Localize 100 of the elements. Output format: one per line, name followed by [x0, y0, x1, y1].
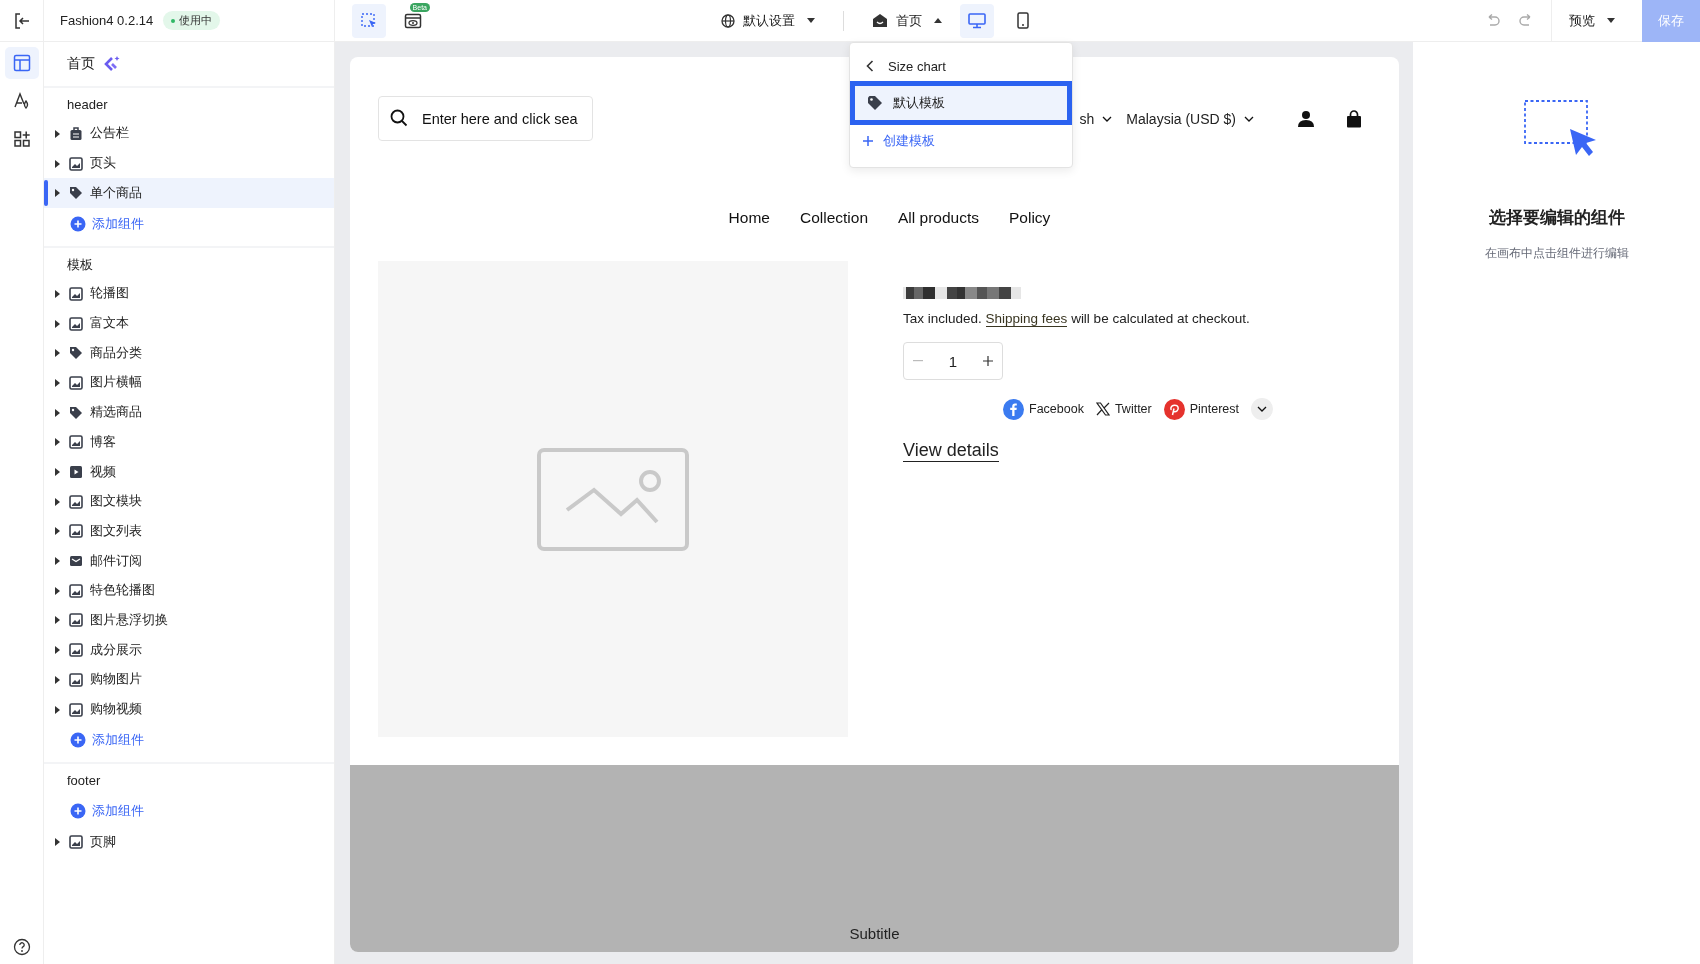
tree-item[interactable]: 购物图片 — [44, 665, 334, 695]
add-component-button[interactable]: 添加组件 — [44, 795, 144, 828]
expand-arrow-icon[interactable] — [54, 319, 60, 328]
tree-item[interactable]: 图文模块 — [44, 486, 334, 517]
expand-arrow-icon[interactable] — [54, 468, 60, 477]
expand-arrow-icon[interactable] — [54, 527, 60, 536]
nav-link[interactable]: All products — [898, 209, 979, 227]
page-select[interactable]: 首页 — [866, 3, 948, 38]
create-template-button[interactable]: 创建模板 — [850, 125, 1072, 157]
tree-item[interactable]: 商品分类 — [44, 338, 334, 369]
template-option[interactable]: 默认模板 — [850, 81, 1072, 125]
expand-arrow-icon[interactable] — [54, 616, 60, 625]
tree-item[interactable]: 富文本 — [44, 308, 334, 339]
app-name: Fashion4 0.2.14 — [60, 13, 154, 28]
tree-item[interactable]: 图文列表 — [44, 516, 334, 547]
language-selector[interactable]: sh — [1079, 110, 1113, 127]
expand-arrow-icon[interactable] — [54, 497, 60, 506]
expand-arrow-icon[interactable] — [54, 705, 60, 714]
tree-item[interactable]: 邮件订阅 — [44, 546, 334, 576]
share-link[interactable]: Twitter — [1095, 402, 1152, 416]
account-icon[interactable] — [1297, 109, 1315, 128]
tree-item[interactable]: 特色轮播图 — [44, 575, 334, 606]
nav-link[interactable]: Home — [728, 209, 770, 227]
caret-icon[interactable] — [807, 18, 815, 23]
tree-item[interactable]: 图片横幅 — [44, 368, 334, 398]
tree-item[interactable]: 轮播图 — [44, 279, 334, 309]
image-icon — [68, 671, 84, 688]
quantity-stepper[interactable]: 1 — [903, 342, 1003, 380]
expand-arrow-icon[interactable] — [54, 557, 60, 566]
help-icon[interactable] — [12, 938, 31, 956]
view-details-link[interactable]: View details — [903, 440, 999, 462]
tree-item[interactable]: 页脚 — [44, 827, 334, 858]
expand-arrow-icon[interactable] — [54, 838, 60, 847]
play-icon — [68, 464, 84, 481]
add-component-button[interactable]: 添加组件 — [44, 724, 144, 757]
tag-icon[interactable] — [867, 95, 883, 111]
image-icon — [68, 582, 84, 599]
globe-icon[interactable] — [721, 13, 735, 28]
expand-arrow-icon[interactable] — [54, 189, 60, 198]
language-select[interactable]: 默认设置 — [715, 3, 821, 38]
layout-icon[interactable] — [4, 47, 39, 79]
expand-arrow-icon[interactable] — [54, 646, 60, 655]
back-chevron-icon[interactable] — [866, 60, 874, 72]
tree-item[interactable]: 图片悬浮切换 — [44, 605, 334, 636]
add-component-button[interactable]: 添加组件 — [44, 208, 144, 241]
expand-arrow-icon[interactable] — [54, 378, 60, 387]
monitor-icon[interactable] — [968, 12, 986, 29]
tree-item[interactable]: 购物视频 — [44, 694, 334, 725]
tree-item[interactable]: 单个商品 — [44, 178, 334, 209]
expand-arrow-icon[interactable] — [54, 438, 60, 447]
caret-icon[interactable] — [934, 18, 942, 23]
expand-arrow-icon[interactable] — [54, 408, 60, 417]
exit-icon[interactable] — [12, 11, 31, 30]
inspector-hint: 在画布中点击组件进行编辑 — [1484, 245, 1629, 262]
tree-item[interactable]: 博客 — [44, 427, 334, 458]
plus-circle-icon[interactable] — [70, 732, 86, 749]
image-icon — [68, 285, 84, 302]
image-icon — [68, 493, 84, 510]
eye-window-icon[interactable] — [404, 12, 422, 29]
plus-circle-icon[interactable] — [70, 216, 86, 233]
facebook-icon[interactable] — [1003, 398, 1024, 420]
x-icon[interactable] — [1095, 402, 1110, 416]
sparkle-icon[interactable] — [103, 55, 121, 73]
tree-item[interactable]: 视频 — [44, 457, 334, 487]
tree-item[interactable]: 页头 — [44, 148, 334, 179]
chevron-icon[interactable] — [1257, 406, 1268, 412]
expand-arrow-icon[interactable] — [54, 586, 60, 595]
home-icon[interactable] — [872, 13, 888, 28]
currency-selector[interactable]: Malaysia (USD $) — [1126, 110, 1254, 127]
plus-circle-icon[interactable] — [70, 803, 86, 820]
select-tool[interactable] — [352, 3, 386, 38]
selection-icon[interactable] — [360, 11, 378, 30]
plus-icon[interactable] — [983, 356, 993, 366]
more-button[interactable] — [1251, 398, 1274, 420]
caret-icon[interactable] — [1607, 18, 1615, 23]
expand-arrow-icon[interactable] — [54, 675, 60, 684]
share-link[interactable]: Facebook — [1003, 398, 1084, 420]
search-field[interactable]: Enter here and click sea — [378, 96, 593, 141]
plus-icon[interactable] — [862, 135, 874, 147]
expand-arrow-icon[interactable] — [54, 289, 60, 298]
shipping-link[interactable]: Shipping fees — [985, 311, 1068, 327]
back-button[interactable]: Size chart — [850, 51, 1072, 81]
preview-button[interactable]: 预览 — [1569, 3, 1625, 38]
chevron-icon[interactable] — [1102, 115, 1113, 122]
desktop-view-button[interactable] — [960, 3, 994, 38]
tree-item[interactable]: 精选商品 — [44, 397, 334, 428]
chevron-icon[interactable] — [1244, 115, 1254, 122]
expand-arrow-icon[interactable] — [54, 129, 60, 138]
expand-arrow-icon[interactable] — [54, 349, 60, 358]
tree-item[interactable]: 成分展示 — [44, 635, 334, 665]
tree-item[interactable]: 公告栏 — [44, 119, 334, 149]
share-link[interactable]: Pinterest — [1163, 398, 1240, 420]
expand-arrow-icon[interactable] — [54, 159, 60, 168]
nav-link[interactable]: Policy — [1009, 209, 1051, 227]
phone-icon[interactable] — [1017, 12, 1029, 29]
quantity-value: 1 — [948, 352, 958, 370]
nav-link[interactable]: Collection — [799, 209, 869, 227]
image-icon — [68, 612, 84, 629]
bag-icon[interactable] — [1345, 109, 1363, 128]
pinterest-icon[interactable] — [1163, 398, 1185, 420]
